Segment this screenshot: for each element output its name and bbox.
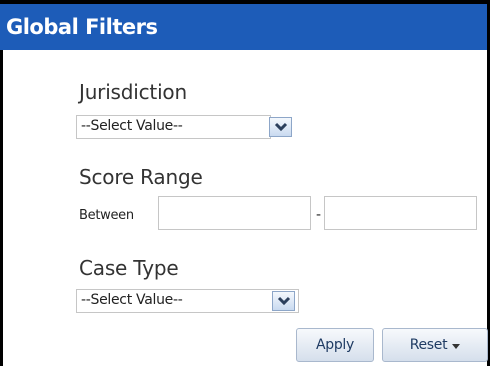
score-range-label: Score Range (79, 165, 203, 189)
jurisdiction-select[interactable]: --Select Value-- (76, 115, 292, 139)
chevron-down-icon[interactable] (269, 117, 292, 137)
case-type-label: Case Type (79, 256, 179, 280)
score-range-max-input[interactable] (324, 196, 477, 230)
range-separator: - (316, 207, 322, 223)
reset-button[interactable]: Reset (382, 328, 488, 362)
panel-title: Global Filters (6, 15, 158, 39)
reset-button-label: Reset (409, 337, 448, 353)
score-range-min-input[interactable] (158, 196, 311, 230)
panel-header: Global Filters (0, 4, 489, 50)
jurisdiction-label: Jurisdiction (79, 80, 187, 104)
global-filters-panel: Global Filters Jurisdiction --Select Val… (0, 0, 490, 366)
case-type-selected-value: --Select Value-- (81, 292, 183, 308)
chevron-down-icon[interactable] (272, 291, 295, 311)
between-label: Between (79, 208, 134, 223)
apply-button-label: Apply (315, 337, 355, 353)
caret-down-icon (452, 343, 461, 349)
jurisdiction-selected-value: --Select Value-- (81, 118, 183, 134)
case-type-select[interactable]: --Select Value-- (76, 289, 299, 313)
panel-left-border (0, 50, 3, 366)
apply-button[interactable]: Apply (296, 328, 374, 362)
